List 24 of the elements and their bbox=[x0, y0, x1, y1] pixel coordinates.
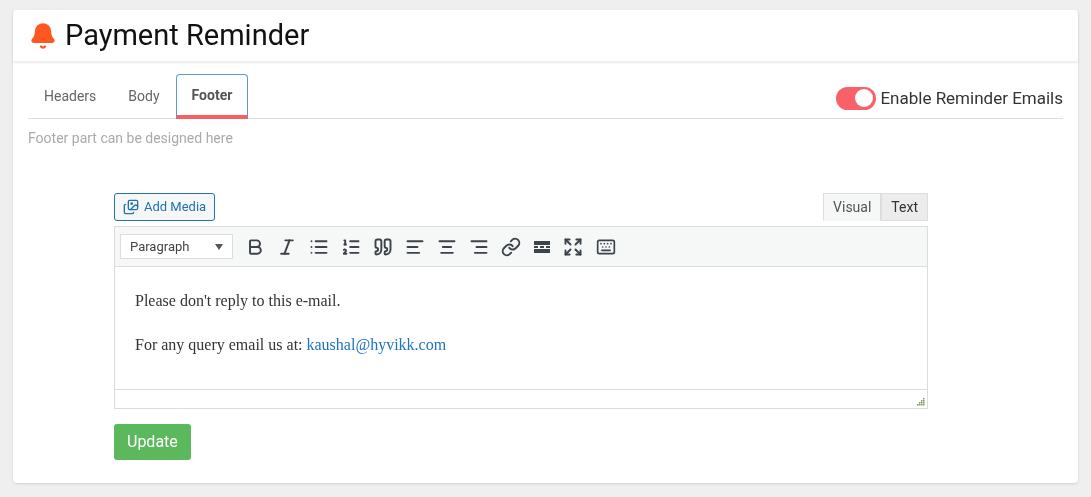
editor-mode-tab[interactable]: Visual bbox=[823, 193, 882, 221]
quote-icon[interactable] bbox=[373, 236, 393, 257]
editor-mode-tab[interactable]: Text bbox=[881, 193, 928, 221]
resize-handle-icon[interactable] bbox=[916, 397, 925, 406]
media-icon bbox=[123, 199, 139, 215]
numbered-list-icon[interactable] bbox=[341, 236, 361, 257]
caret-icon bbox=[215, 243, 223, 250]
email-link[interactable]: kaushal@hyvikk.com bbox=[306, 336, 447, 353]
add-media-button[interactable]: Add Media bbox=[114, 193, 216, 221]
read-more-icon[interactable] bbox=[533, 239, 551, 254]
page-title: Payment Reminder bbox=[65, 16, 310, 54]
tab[interactable]: Footer bbox=[175, 74, 249, 119]
fullscreen-icon[interactable] bbox=[563, 236, 583, 257]
hint-text: Footer part can be designed here bbox=[28, 129, 234, 148]
italic-icon[interactable] bbox=[277, 236, 297, 257]
format-dropdown[interactable]: Paragraph bbox=[120, 234, 233, 259]
link-icon[interactable] bbox=[501, 236, 521, 257]
editor-paragraph: For any query email us at: kaushal@hyvikk.com bbox=[135, 335, 448, 356]
bell-icon bbox=[29, 21, 57, 50]
editor-paragraph: Please don't reply to this e-mail. bbox=[135, 291, 342, 312]
toggle-label: Enable Reminder Emails bbox=[880, 86, 1063, 110]
tab[interactable]: Body bbox=[112, 74, 176, 118]
toggle-switch[interactable] bbox=[836, 86, 877, 110]
tab[interactable]: Headers bbox=[28, 74, 113, 118]
